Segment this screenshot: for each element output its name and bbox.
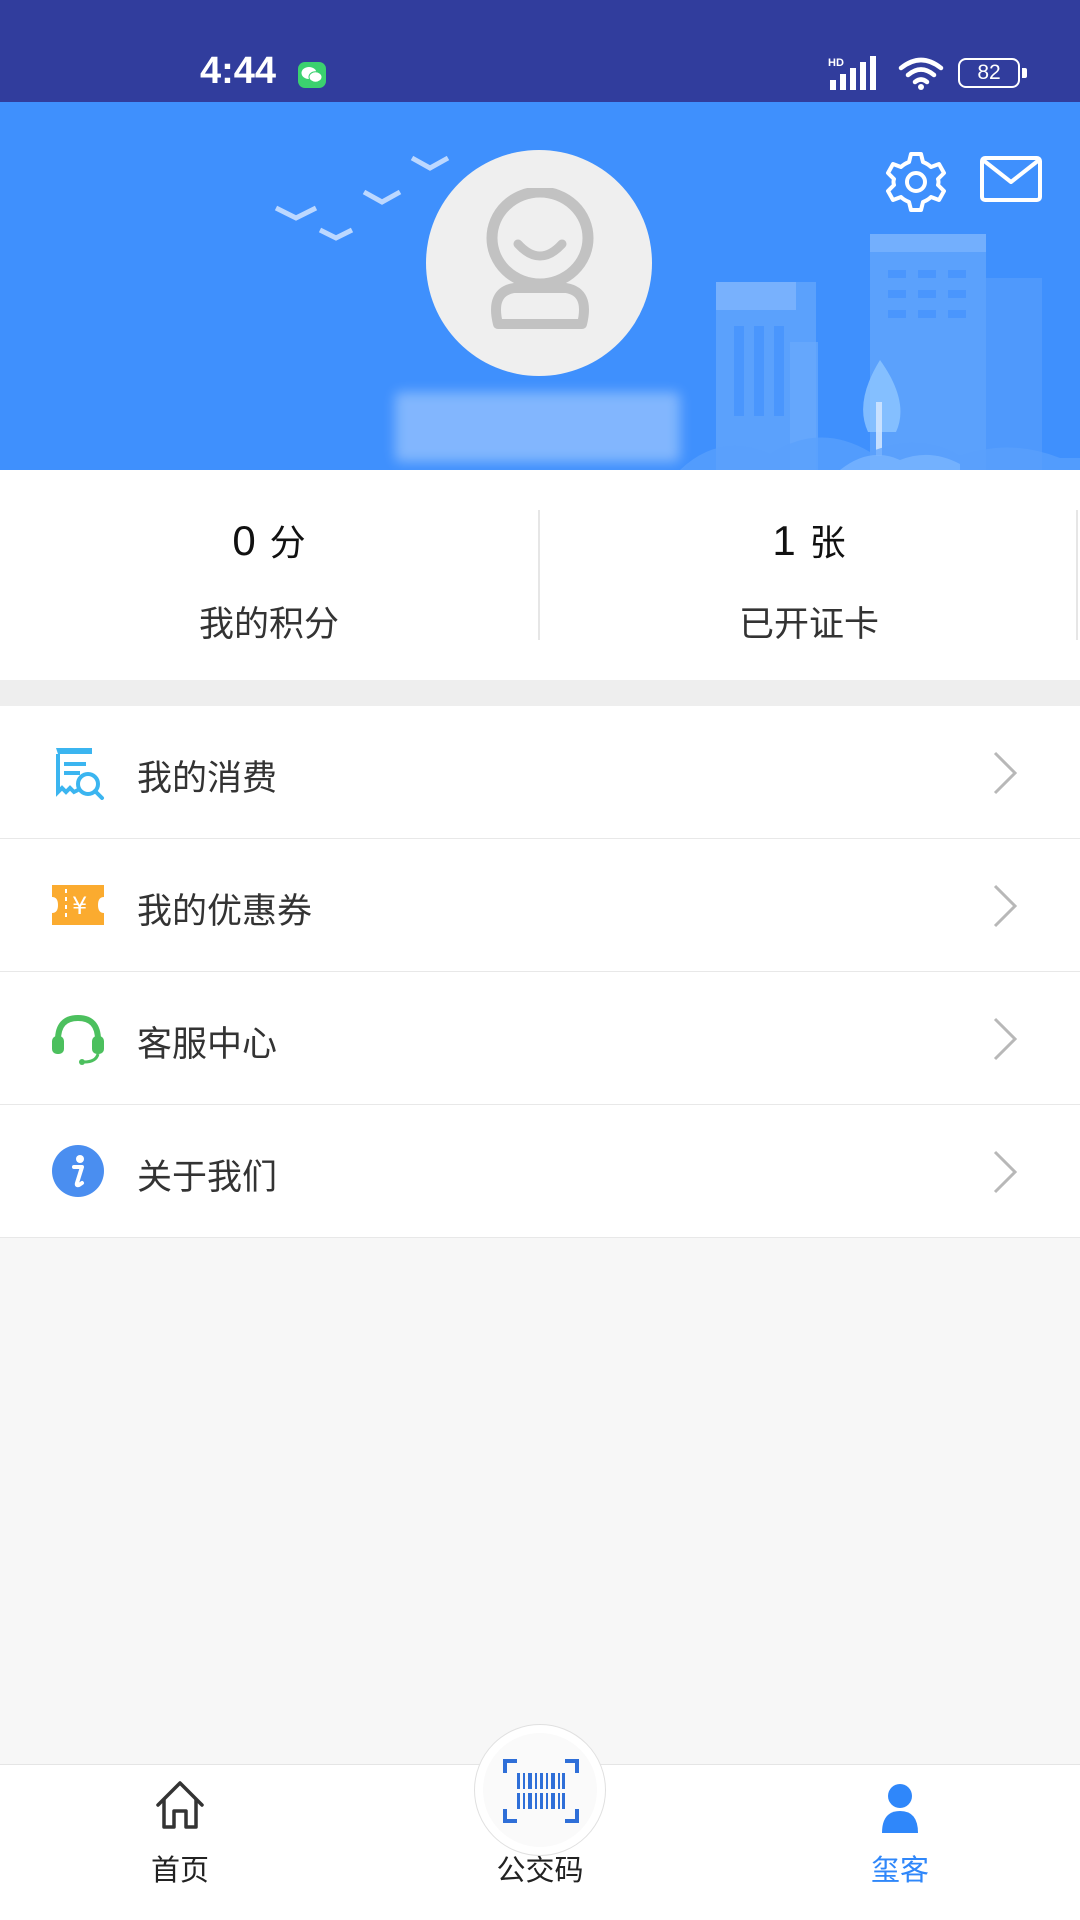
points-unit: 分 bbox=[269, 522, 306, 563]
svg-text:¥: ¥ bbox=[72, 892, 87, 920]
points-number: 0 bbox=[232, 517, 256, 564]
headset-icon bbox=[52, 1014, 104, 1065]
info-icon bbox=[52, 1145, 104, 1197]
section-divider bbox=[0, 680, 1080, 706]
avatar[interactable] bbox=[426, 150, 652, 376]
nav-label: 玺客 bbox=[870, 1855, 929, 1887]
profile-header bbox=[0, 102, 1080, 470]
receipt-icon bbox=[56, 748, 104, 800]
menu-item-label: 我的优惠券 bbox=[137, 892, 313, 931]
nav-profile[interactable]: 玺客 bbox=[830, 1765, 970, 1920]
home-icon bbox=[156, 1781, 204, 1829]
chevron-right-icon bbox=[993, 1017, 1018, 1061]
points-label: 我的积分 bbox=[198, 605, 339, 644]
mail-icon[interactable] bbox=[980, 156, 1042, 202]
coupon-icon: ¥ bbox=[52, 885, 104, 925]
cards-stat[interactable]: 1张 已开证卡 bbox=[540, 470, 1078, 680]
default-avatar-icon bbox=[486, 188, 594, 329]
menu-list: 我的消费 ¥ 我的优惠券 客服中心 关于我们 bbox=[0, 706, 1080, 1238]
cards-value: 1张 bbox=[540, 514, 1078, 566]
cards-unit: 张 bbox=[809, 522, 846, 563]
menu-item-label: 关于我们 bbox=[137, 1158, 278, 1197]
battery-level: 82 bbox=[977, 61, 1001, 84]
status-bar: 4:44 HD 82 bbox=[0, 0, 1080, 102]
wifi-icon bbox=[898, 57, 944, 90]
battery-icon: 82 bbox=[958, 58, 1027, 88]
points-stat[interactable]: 0分 我的积分 bbox=[0, 470, 538, 680]
person-icon bbox=[882, 1784, 918, 1833]
stats-panel: 0分 我的积分 1张 已开证卡 bbox=[0, 470, 1080, 680]
nav-label: 首页 bbox=[150, 1855, 209, 1887]
cards-number: 1 bbox=[772, 517, 796, 564]
chevron-right-icon bbox=[993, 884, 1018, 928]
cards-label: 已开证卡 bbox=[738, 605, 879, 644]
chevron-right-icon bbox=[993, 1150, 1018, 1194]
stats-divider bbox=[1076, 510, 1078, 640]
network-type-label: HD bbox=[828, 57, 844, 69]
scan-button[interactable] bbox=[474, 1724, 606, 1856]
nav-home[interactable]: 首页 bbox=[110, 1765, 250, 1920]
status-icons: HD 82 bbox=[828, 56, 1027, 90]
points-value: 0分 bbox=[0, 514, 538, 566]
barcode-scan-icon bbox=[503, 1759, 579, 1823]
status-time: 4:44 bbox=[200, 50, 277, 92]
chevron-right-icon bbox=[993, 751, 1018, 795]
username-blurred bbox=[395, 392, 680, 462]
wechat-icon bbox=[298, 62, 326, 88]
settings-icon[interactable] bbox=[884, 150, 948, 214]
menu-item-consumption[interactable]: 我的消费 bbox=[0, 706, 1080, 839]
signal-icon: HD bbox=[828, 56, 876, 90]
menu-item-about-us[interactable]: 关于我们 bbox=[0, 1105, 1080, 1238]
menu-item-customer-service[interactable]: 客服中心 bbox=[0, 972, 1080, 1105]
menu-item-label: 客服中心 bbox=[137, 1025, 278, 1064]
menu-item-label: 我的消费 bbox=[137, 759, 278, 798]
menu-item-coupons[interactable]: ¥ 我的优惠券 bbox=[0, 839, 1080, 972]
